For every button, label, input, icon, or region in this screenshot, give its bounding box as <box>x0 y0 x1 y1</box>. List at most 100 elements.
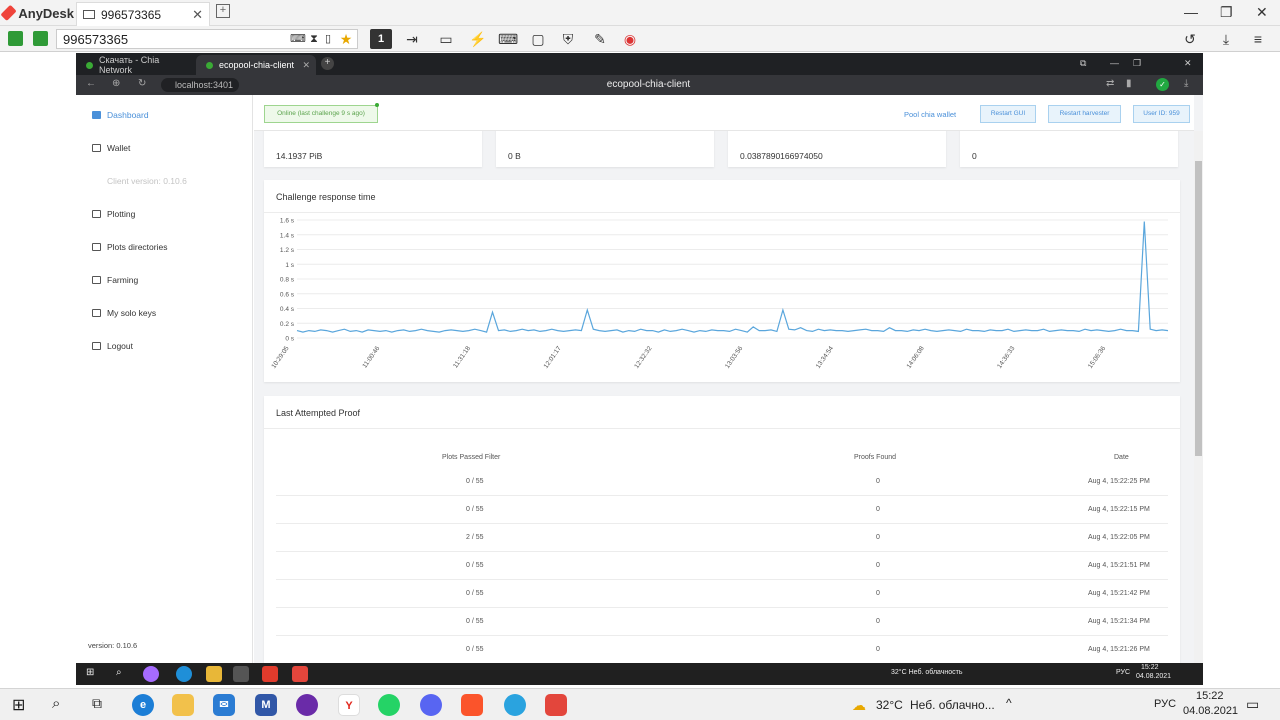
remote-anydesk-icon[interactable] <box>292 666 308 682</box>
accept-icon[interactable] <box>33 31 48 46</box>
whatsapp-icon[interactable] <box>378 694 400 716</box>
x-tick-label: 15:06:36 <box>1087 345 1107 370</box>
column-header-plots[interactable]: Plots Passed Filter <box>442 454 500 461</box>
status-text: Online (last challenge 9 s ago) <box>277 110 365 117</box>
privacy-icon[interactable]: ⛨ <box>558 29 578 49</box>
remote-date[interactable]: 04.08.2021 <box>1136 673 1171 680</box>
weather-temp[interactable]: 32°C <box>876 698 903 712</box>
pen-icon[interactable]: ✎ <box>590 29 610 49</box>
history-icon[interactable]: ↺ <box>1180 29 1200 49</box>
remote-search-icon[interactable]: ⌕ <box>116 667 122 678</box>
browser-tab-close-icon[interactable]: ✕ <box>302 60 310 71</box>
weather-icon[interactable]: ☁ <box>852 697 866 714</box>
weather-text[interactable]: Неб. облачно... <box>910 698 995 712</box>
remote-yandex-browser-icon[interactable] <box>262 666 278 682</box>
sidebar-item-solo-keys[interactable]: My solo keys <box>92 305 156 321</box>
restart-gui-button[interactable]: Restart GUI <box>980 105 1036 123</box>
restart-harvester-button[interactable]: Restart harvester <box>1048 105 1121 123</box>
anydesk-taskbar-icon[interactable] <box>545 694 567 716</box>
record-icon[interactable]: ◉ <box>620 29 640 49</box>
edge-icon[interactable]: e <box>132 694 154 716</box>
browser-minimize-icon[interactable]: — <box>1110 58 1119 68</box>
lightning-icon[interactable]: ⚡ <box>468 29 488 49</box>
document-icon[interactable]: ▯ <box>318 29 338 49</box>
y-tick-label: 0.6 s <box>280 291 295 298</box>
sidebar-item-farming[interactable]: Farming <box>92 272 138 288</box>
clock-date[interactable]: 04.08.2021 <box>1183 705 1238 717</box>
anydesk-session-tab[interactable]: 996573365 ✕ <box>76 2 210 26</box>
x-tick-label: 14:06:08 <box>905 345 925 370</box>
browser-close-icon[interactable]: ✕ <box>1184 58 1192 69</box>
sidebar-item-plots-directories[interactable]: Plots directories <box>92 239 167 255</box>
pool-wallet-link[interactable]: Pool chia wallet <box>904 110 956 119</box>
extension-check-icon[interactable]: ✓ <box>1156 78 1169 91</box>
browser-new-tab-icon[interactable]: + <box>321 57 334 70</box>
remote-edge-icon[interactable] <box>176 666 192 682</box>
column-header-date[interactable]: Date <box>1114 454 1129 461</box>
browser-maximize-icon[interactable]: ❐ <box>1133 58 1141 69</box>
sidebar-item-label: Dashboard <box>107 110 149 120</box>
browser-tabsearch-icon[interactable]: ⧉ <box>1080 58 1086 69</box>
app-icon[interactable]: M <box>255 694 277 716</box>
tor-icon[interactable] <box>296 694 318 716</box>
page-scrollbar[interactable] <box>1194 131 1203 663</box>
bookmark-icon[interactable]: ▮ <box>1126 78 1132 89</box>
tray-chevron-icon[interactable]: ^ <box>1006 696 1012 710</box>
transfer-icon[interactable]: ⇥ <box>402 29 422 49</box>
input-language[interactable]: РУС <box>1154 698 1176 710</box>
yandex-icon[interactable]: Y <box>338 694 360 716</box>
browser-tab-ecopool[interactable]: ecopool-chia-client ✕ <box>196 55 316 75</box>
cell-date: Aug 4, 15:21:26 PM <box>1088 646 1150 653</box>
scrollbar-thumb[interactable] <box>1195 161 1202 456</box>
remote-time[interactable]: 15:22 <box>1141 664 1159 671</box>
remote-screen[interactable]: Скачать - Chia Network ecopool-chia-clie… <box>76 53 1203 688</box>
download-icon[interactable]: ⤓ <box>1216 29 1236 49</box>
chart-title: Challenge response time <box>276 192 376 202</box>
window-close-icon[interactable]: ✕ <box>1256 4 1268 21</box>
minimize-icon[interactable]: — <box>1184 4 1198 20</box>
explorer-icon[interactable] <box>172 694 194 716</box>
sidebar-item-label: Logout <box>107 341 133 351</box>
user-id-button[interactable]: User ID: 959 <box>1133 105 1190 123</box>
notifications-icon[interactable]: ▭ <box>1246 696 1259 713</box>
browser-download-icon[interactable]: ⤓ <box>1184 78 1188 89</box>
cell-date: Aug 4, 15:22:15 PM <box>1088 506 1150 513</box>
close-tab-icon[interactable]: ✕ <box>192 7 203 23</box>
sidebar-item-logout[interactable]: Logout <box>92 338 133 354</box>
y-tick-label: 0.8 s <box>280 277 295 284</box>
remote-explorer-icon[interactable] <box>206 666 222 682</box>
telegram-icon[interactable] <box>504 694 526 716</box>
chart-card: Challenge response time 0 s 0.2 s 0.4 s 0.6… <box>264 180 1180 382</box>
star-icon[interactable]: ★ <box>336 29 356 49</box>
connection-icon[interactable] <box>8 31 23 46</box>
sidebar-item-dashboard[interactable]: Dashboard <box>92 107 149 123</box>
browser-tab-chia[interactable]: Скачать - Chia Network <box>76 55 194 75</box>
column-header-proofs[interactable]: Proofs Found <box>854 454 896 461</box>
chat-icon[interactable]: ▭ <box>436 29 456 49</box>
remote-yandex-icon[interactable] <box>233 666 249 682</box>
new-tab-icon[interactable]: + <box>216 4 230 18</box>
display-select-button[interactable]: 1 <box>370 29 392 49</box>
x-tick-label: 12:01:17 <box>543 345 563 370</box>
sidebar-item-plotting[interactable]: Plotting <box>92 206 135 222</box>
remote-start-icon[interactable]: ⊞ <box>86 667 94 678</box>
remote-lang[interactable]: РУС <box>1116 669 1130 676</box>
screen-icon[interactable]: ▢ <box>528 29 548 49</box>
remote-weather[interactable]: 32°C Неб. облачность <box>891 669 963 676</box>
sidebar-item-label: Plots directories <box>107 242 168 252</box>
task-view-icon[interactable]: ⧉ <box>92 695 102 712</box>
start-icon[interactable]: ⊞ <box>12 695 25 715</box>
stat-value: 0 B <box>508 151 521 161</box>
remote-app-icon[interactable] <box>143 666 159 682</box>
brave-icon[interactable] <box>461 694 483 716</box>
mail-icon[interactable]: ✉ <box>213 694 235 716</box>
menu-icon[interactable]: ≡ <box>1248 29 1268 49</box>
keyboard-icon[interactable]: ⌨ <box>498 29 518 49</box>
sidebar-item-wallet[interactable]: Wallet <box>92 140 130 156</box>
clock-time[interactable]: 15:22 <box>1196 690 1224 702</box>
browser-tab-ecopool-label: ecopool-chia-client <box>219 60 295 70</box>
translate-icon[interactable]: ⇄ <box>1106 78 1114 89</box>
search-icon[interactable]: ⌕ <box>52 695 60 712</box>
maximize-icon[interactable]: ❐ <box>1220 4 1233 21</box>
discord-icon[interactable] <box>420 694 442 716</box>
